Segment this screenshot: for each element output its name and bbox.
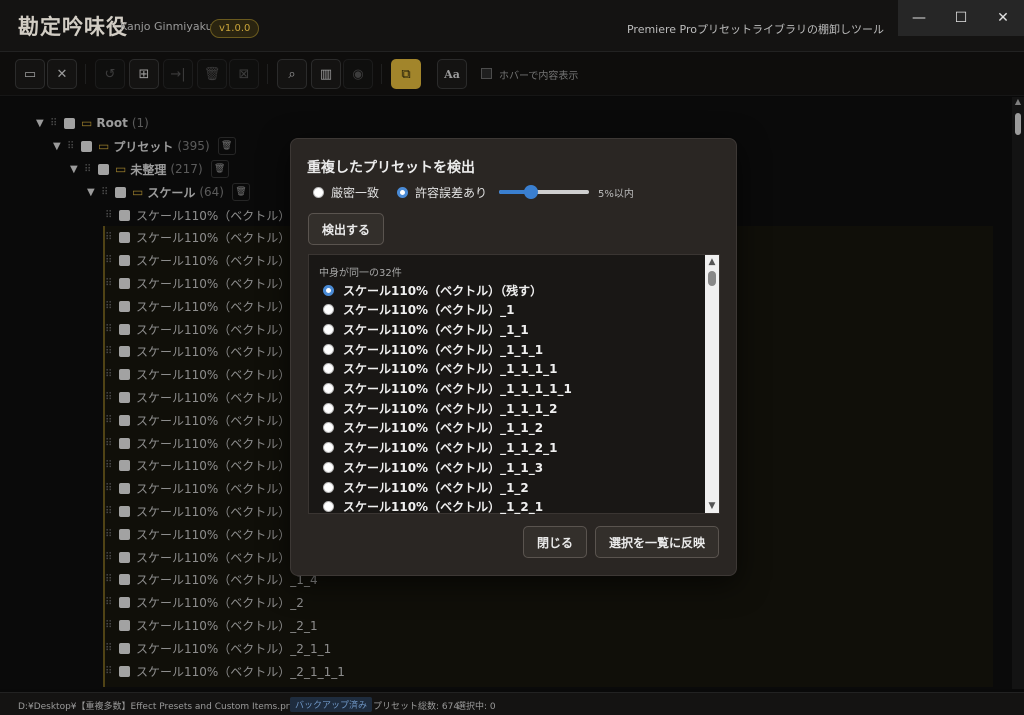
duplicate-item[interactable]: スケール110%（ベクトル）_1 (323, 301, 514, 319)
duplicate-item[interactable]: スケール110%（ベクトル）_1_1_1_1 (323, 360, 557, 378)
tolerance-value: 5%以内 (598, 189, 634, 200)
duplicate-label: スケール110%（ベクトル）_1_2 (343, 480, 529, 495)
duplicate-label: スケール110%（ベクトル）_1_2_1 (343, 500, 544, 515)
duplicate-item[interactable]: スケール110%（ベクトル）_1_1_2_1 (323, 439, 557, 457)
duplicate-item[interactable]: スケール110%（ベクトル）_1_1 (323, 320, 529, 338)
duplicate-detection-dialog: 重複したプリセットを検出 厳密一致 許容誤差あり 5%以内 検出する 中身が同一… (290, 138, 737, 576)
apply-selection-button[interactable]: 選択を一覧に反映 (595, 526, 719, 558)
app-title: 勘定吟味役 (18, 14, 128, 39)
tolerance-slider[interactable] (499, 185, 589, 199)
file-path: D:¥Desktop¥【重複多数】Effect Presets and Cust… (18, 702, 313, 712)
duplicate-item[interactable]: スケール110%（ベクトル）_1_1_1 (323, 340, 543, 358)
close-window-button[interactable]: ✕ (982, 0, 1024, 36)
duplicate-item[interactable]: スケール110%（ベクトル）_1_2 (323, 478, 529, 496)
keep-radio[interactable] (323, 402, 334, 414)
duplicate-item[interactable]: スケール110%（ベクトル）_1_2_1 (323, 498, 543, 516)
duplicate-label: スケール110%（ベクトル）_1_1_2 (343, 421, 544, 436)
duplicate-list: 中身が同一の32件 スケール110%（ベクトル）（残す） スケール110%（ベクト… (308, 254, 720, 514)
duplicate-item[interactable]: スケール110%（ベクトル）_1_1_1_2 (323, 399, 557, 417)
keep-radio[interactable] (323, 304, 334, 316)
keep-radio[interactable] (323, 284, 334, 296)
keep-radio[interactable] (323, 422, 334, 434)
tolerance-radio[interactable] (397, 187, 408, 198)
keep-radio[interactable] (323, 343, 334, 355)
duplicate-label: スケール110%（ベクトル）_1_1 (343, 322, 529, 337)
duplicate-label: スケール110%（ベクトル）_1_1_1_1 (343, 362, 558, 377)
keep-radio[interactable] (323, 363, 334, 375)
version-badge: v1.0.0 (210, 19, 260, 38)
maximize-button[interactable]: ☐ (940, 0, 982, 36)
duplicate-item[interactable]: スケール110%（ベクトル）（残す） (323, 281, 542, 299)
duplicate-label: スケール110%（ベクトル）_1_1_2_1 (343, 441, 558, 456)
duplicate-label: スケール110%（ベクトル）_1_1_3 (343, 460, 544, 475)
list-scrollbar[interactable]: ▲ ▼ (705, 255, 719, 513)
duplicate-item[interactable]: スケール110%（ベクトル）_1_1_2 (323, 419, 543, 437)
scroll-thumb[interactable] (708, 271, 716, 286)
keep-radio[interactable] (323, 501, 334, 513)
status-bar: D:¥Desktop¥【重複多数】Effect Presets and Cust… (0, 692, 1024, 715)
close-dialog-button[interactable]: 閉じる (523, 526, 587, 558)
keep-radio[interactable] (323, 323, 334, 335)
title-bar: 勘定吟味役 Kanjo Ginmiyaku v1.0.0 Premiere Pr… (0, 0, 1024, 52)
duplicate-item[interactable]: スケール110%（ベクトル）_1_1_1_1_1 (323, 380, 572, 398)
minimize-button[interactable]: — (898, 0, 940, 36)
keep-radio[interactable] (323, 481, 334, 493)
strict-match-radio[interactable] (313, 187, 324, 198)
scroll-up-icon[interactable]: ▲ (705, 255, 719, 269)
dialog-title: 重複したプリセットを検出 (307, 160, 475, 176)
duplicate-label: スケール110%（ベクトル）_1 (343, 303, 515, 318)
selection-count: 選択中: 0 (457, 702, 496, 712)
detect-button[interactable]: 検出する (308, 213, 384, 245)
duplicate-label: スケール110%（ベクトル）_1_1_1 (343, 342, 544, 357)
duplicate-item[interactable]: スケール110%（ベクトル）_1_1_3 (323, 458, 543, 476)
preset-total: プリセット総数: 674 (373, 702, 460, 712)
duplicate-label: スケール110%（ベクトル）（残す） (343, 283, 543, 298)
duplicate-label: スケール110%（ベクトル）_1_1_1_2 (343, 401, 558, 416)
keep-radio[interactable] (323, 442, 334, 454)
keep-radio[interactable] (323, 383, 334, 394)
scroll-down-icon[interactable]: ▼ (705, 499, 719, 513)
strict-match-label: 厳密一致 (331, 186, 380, 200)
duplicate-label: スケール110%（ベクトル）_1_1_1_1_1 (343, 382, 572, 396)
keep-radio[interactable] (323, 461, 334, 473)
app-description: Premiere Proプリセットライブラリの棚卸しツール (626, 23, 884, 36)
group-header: 中身が同一の32件 (319, 268, 402, 279)
slider-knob[interactable] (523, 185, 538, 199)
tolerance-label: 許容誤差あり (415, 186, 488, 200)
backup-badge: バックアップ済み (290, 697, 373, 712)
app-subtitle: Kanjo Ginmiyaku (120, 20, 213, 33)
